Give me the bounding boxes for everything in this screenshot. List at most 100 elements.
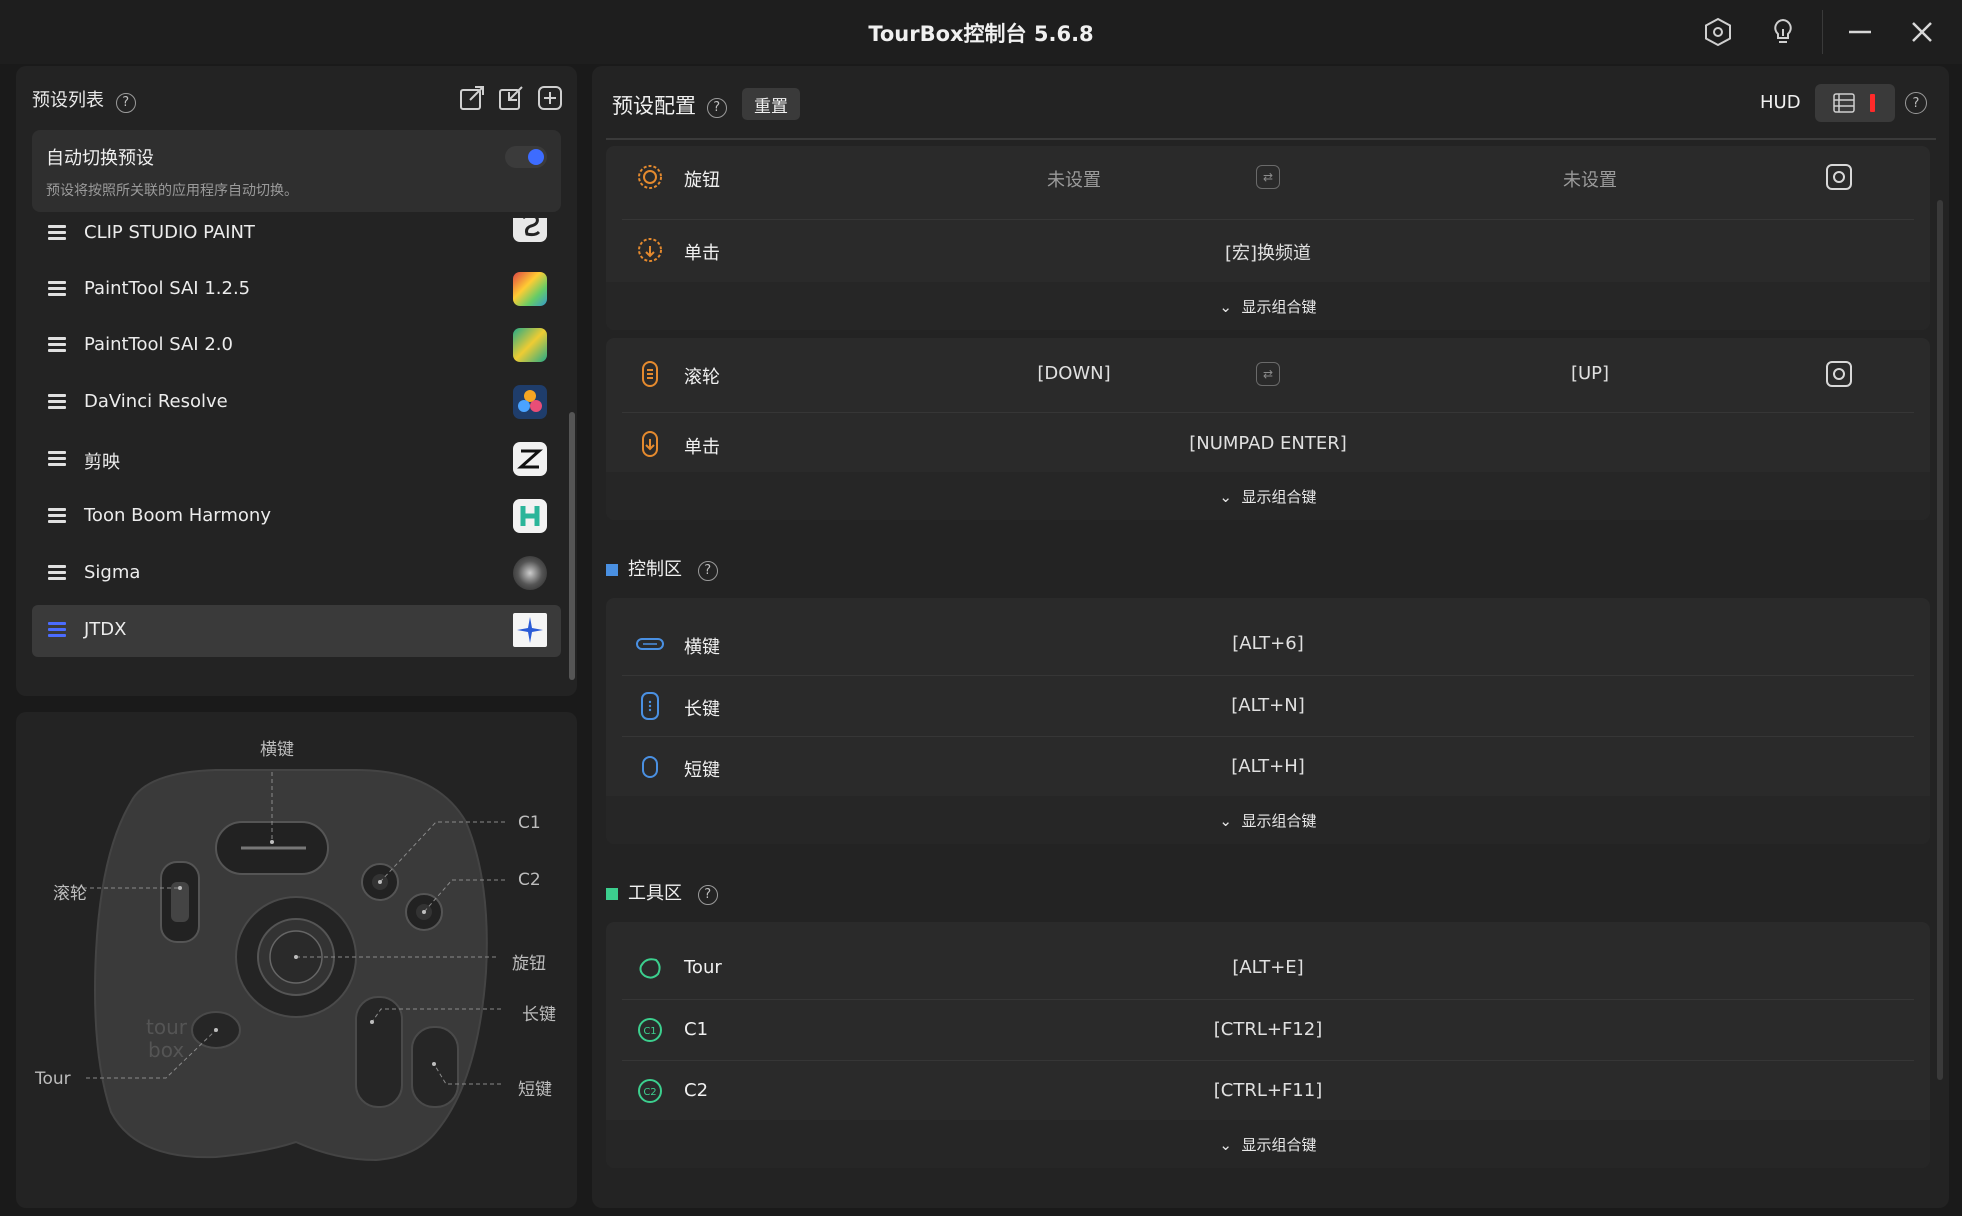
list-icon xyxy=(1833,93,1855,113)
import-icon[interactable] xyxy=(497,84,525,112)
preset-list: CLIP STUDIO PAINT PaintTool SAI 1.2.5 Pa… xyxy=(32,218,561,668)
scroll-click-row[interactable]: 单击 [NUMPAD ENTER] xyxy=(606,413,1930,475)
tool-row-c2[interactable]: C2 C2 [CTRL+F11] xyxy=(606,1060,1930,1122)
scroll-click-value[interactable]: [NUMPAD ENTER] xyxy=(606,433,1930,454)
preset-list-header: 预设列表 ? xyxy=(32,86,136,113)
control-section-header: 控制区 ? xyxy=(606,555,718,581)
show-combo-toggle[interactable]: ⌄ 显示组合键 xyxy=(606,486,1930,507)
preset-item-sigma[interactable]: Sigma xyxy=(32,548,561,600)
drag-handle-icon[interactable] xyxy=(48,508,66,524)
control-card: 横键 [ALT+6] 长键 [ALT+N] 短键 [ALT+H] ⌄ 显示组合键 xyxy=(606,598,1930,844)
tool-row-value[interactable]: [ALT+E] xyxy=(606,957,1930,978)
device-label-knob: 旋钮 xyxy=(512,954,546,974)
show-combo-footer[interactable]: ⌄ 显示组合键 xyxy=(606,1120,1930,1168)
toggle-knob xyxy=(528,149,544,165)
preset-config-title: 预设配置 xyxy=(612,94,696,118)
preset-name: PaintTool SAI 1.2.5 xyxy=(84,278,251,299)
drag-handle-icon[interactable] xyxy=(48,337,66,353)
help-icon[interactable]: ? xyxy=(697,560,718,581)
help-icon[interactable]: ? xyxy=(706,97,727,118)
hud-toggle[interactable] xyxy=(1815,84,1895,122)
knob-rotate-row[interactable]: 旋钮 未设置 ⇄ 未设置 xyxy=(606,146,1930,208)
tool-row-value[interactable]: [CTRL+F11] xyxy=(606,1080,1930,1101)
lightbulb-icon[interactable] xyxy=(1765,14,1801,50)
tool-card: Tour [ALT+E] C1 C1 [CTRL+F12] C2 C2 [CTR… xyxy=(606,922,1930,1168)
preset-item-painttool-sai-2[interactable]: PaintTool SAI 2.0 xyxy=(32,320,561,372)
device-label-c1: C1 xyxy=(518,813,541,833)
tool-row-value[interactable]: [CTRL+F12] xyxy=(606,1019,1930,1040)
preset-name: 剪映 xyxy=(84,452,120,473)
auto-switch-description: 预设将按照所关联的应用程序自动切换。 xyxy=(46,183,298,199)
preset-item-toon-boom-harmony[interactable]: Toon Boom Harmony xyxy=(32,491,561,543)
show-combo-toggle[interactable]: ⌄ 显示组合键 xyxy=(606,1134,1930,1155)
reset-button[interactable]: 重置 xyxy=(742,88,800,120)
show-combo-footer[interactable]: ⌄ 显示组合键 xyxy=(606,472,1930,520)
preset-item-davinci-resolve[interactable]: DaVinci Resolve xyxy=(32,377,561,429)
scroll-up-value[interactable]: [UP] xyxy=(1490,363,1690,384)
auto-switch-toggle[interactable] xyxy=(505,146,547,168)
drag-handle-icon[interactable] xyxy=(48,565,66,581)
knob-click-row[interactable]: 单击 [宏]换频道 xyxy=(606,219,1930,281)
show-combo-label: 显示组合键 xyxy=(1241,1136,1317,1154)
config-scrollbar[interactable] xyxy=(1937,200,1943,1080)
knob-rotate-left-value[interactable]: 未设置 xyxy=(974,166,1174,192)
swap-direction-icon[interactable]: ⇄ xyxy=(1256,165,1280,189)
scroll-down-value[interactable]: [DOWN] xyxy=(974,363,1174,384)
show-combo-toggle[interactable]: ⌄ 显示组合键 xyxy=(606,296,1930,317)
drag-handle-icon[interactable] xyxy=(48,394,66,410)
help-icon[interactable]: ? xyxy=(1905,92,1927,114)
tool-row-tour[interactable]: Tour [ALT+E] xyxy=(606,937,1930,999)
preset-name: Toon Boom Harmony xyxy=(84,505,271,526)
control-row-side[interactable]: 横键 [ALT+6] xyxy=(606,613,1930,675)
chevron-down-icon: ⌄ xyxy=(1219,298,1232,316)
control-row-value[interactable]: [ALT+N] xyxy=(606,695,1930,716)
jtdx-icon xyxy=(513,613,547,647)
toon-boom-harmony-icon xyxy=(513,499,547,533)
minimize-icon[interactable] xyxy=(1842,14,1878,50)
rotation-settings-icon[interactable] xyxy=(1826,361,1852,387)
show-combo-toggle[interactable]: ⌄ 显示组合键 xyxy=(606,810,1930,831)
show-combo-footer[interactable]: ⌄ 显示组合键 xyxy=(606,282,1930,330)
preset-item-clip-studio-paint[interactable]: CLIP STUDIO PAINT xyxy=(32,218,561,260)
close-icon[interactable] xyxy=(1904,14,1940,50)
help-icon[interactable]: ? xyxy=(115,92,136,113)
chevron-down-icon: ⌄ xyxy=(1219,1136,1232,1154)
rotation-settings-icon[interactable] xyxy=(1826,164,1852,190)
preset-item-painttool-sai-1[interactable]: PaintTool SAI 1.2.5 xyxy=(32,264,561,316)
knob-card: 旋钮 未设置 ⇄ 未设置 单击 [宏]换频道 ⌄ 显示组合键 xyxy=(606,146,1930,330)
preset-list-scrollbar[interactable] xyxy=(569,230,575,680)
add-preset-icon[interactable] xyxy=(536,84,564,112)
hud-label: HUD xyxy=(1760,92,1801,113)
control-row-short[interactable]: 短键 [ALT+H] xyxy=(606,736,1930,798)
control-row-value[interactable]: [ALT+H] xyxy=(606,756,1930,777)
preset-name: CLIP STUDIO PAINT xyxy=(84,222,255,243)
tool-section-header: 工具区 ? xyxy=(606,879,718,905)
window-title: TourBox控制台 5.6.8 xyxy=(868,22,1094,46)
export-icon[interactable] xyxy=(458,84,486,112)
control-row-value[interactable]: [ALT+6] xyxy=(606,633,1930,654)
drag-handle-icon[interactable] xyxy=(48,451,66,467)
scroll-rotate-row[interactable]: 滚轮 [DOWN] ⇄ [UP] xyxy=(606,343,1930,405)
painttool-sai-2-icon xyxy=(513,328,547,362)
painttool-sai-1-icon xyxy=(513,272,547,306)
settings-hexagon-icon[interactable] xyxy=(1700,14,1736,50)
header-divider xyxy=(606,138,1936,140)
preset-name: DaVinci Resolve xyxy=(84,391,228,412)
preset-item-jianying[interactable]: 剪映 xyxy=(32,434,561,486)
knob-click-value[interactable]: [宏]换频道 xyxy=(606,239,1930,265)
preset-item-jtdx[interactable]: JTDX xyxy=(32,605,561,657)
show-combo-footer[interactable]: ⌄ 显示组合键 xyxy=(606,796,1930,844)
drag-handle-icon[interactable] xyxy=(48,225,66,241)
device-label-side: 横键 xyxy=(260,740,294,760)
device-label-scroll: 滚轮 xyxy=(53,884,87,904)
swap-direction-icon[interactable]: ⇄ xyxy=(1256,362,1280,386)
drag-handle-icon[interactable] xyxy=(48,622,66,638)
drag-handle-icon[interactable] xyxy=(48,281,66,297)
knob-rotate-right-value[interactable]: 未设置 xyxy=(1490,166,1690,192)
help-icon[interactable]: ? xyxy=(697,884,718,905)
scroll-card: 滚轮 [DOWN] ⇄ [UP] 单击 [NUMPAD ENTER] ⌄ 显示组… xyxy=(606,338,1930,520)
control-section-marker xyxy=(606,564,618,576)
tool-row-c1[interactable]: C1 C1 [CTRL+F12] xyxy=(606,999,1930,1061)
control-row-tall[interactable]: 长键 [ALT+N] xyxy=(606,675,1930,737)
scrollbar-thumb[interactable] xyxy=(569,412,575,680)
